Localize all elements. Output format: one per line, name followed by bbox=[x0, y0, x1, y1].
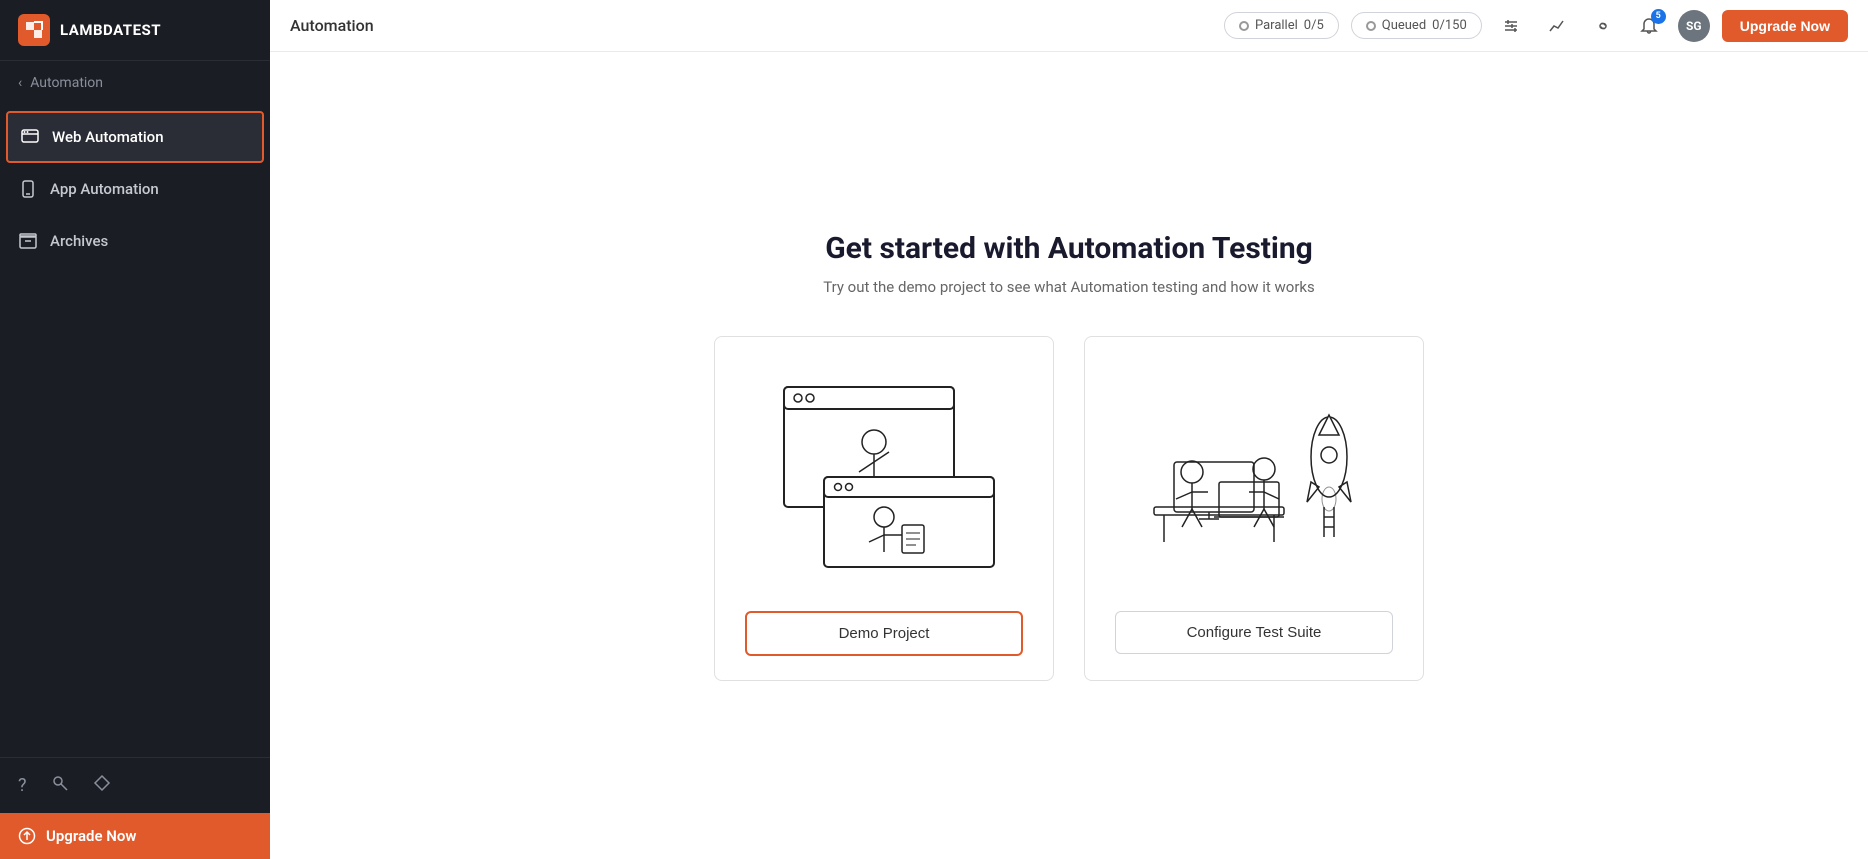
back-arrow-icon: ‹ bbox=[18, 75, 22, 91]
center-panel: Get started with Automation Testing Try … bbox=[469, 191, 1669, 721]
demo-illustration bbox=[754, 367, 1014, 587]
demo-project-card: Demo Project bbox=[714, 336, 1054, 681]
app-automation-icon bbox=[18, 179, 38, 199]
main-subheading: Try out the demo project to see what Aut… bbox=[529, 278, 1609, 296]
concurrency-icon bbox=[1502, 17, 1520, 35]
sidebar-bottom-icons: ? bbox=[0, 757, 270, 813]
sidebar-item-archives-label: Archives bbox=[50, 232, 108, 250]
link-icon bbox=[1594, 17, 1612, 35]
sidebar-item-app-automation[interactable]: App Automation bbox=[0, 163, 270, 215]
sidebar-item-app-automation-label: App Automation bbox=[50, 180, 159, 198]
parallel-dot bbox=[1239, 21, 1249, 31]
parallel-label: Parallel bbox=[1255, 18, 1298, 33]
main-panel: Automation Parallel 0/5 Queued 0/150 bbox=[270, 0, 1868, 859]
demo-project-button[interactable]: Demo Project bbox=[745, 611, 1023, 656]
analytics-icon-btn[interactable] bbox=[1540, 9, 1574, 43]
help-icon[interactable]: ? bbox=[18, 775, 27, 796]
cards-row: Demo Project bbox=[529, 336, 1609, 681]
parallel-value: 0/5 bbox=[1304, 18, 1324, 33]
link-icon-btn[interactable] bbox=[1586, 9, 1620, 43]
configure-test-suite-button[interactable]: Configure Test Suite bbox=[1115, 611, 1393, 654]
main-heading: Get started with Automation Testing bbox=[529, 231, 1609, 266]
lambdatest-logo-icon bbox=[18, 14, 50, 46]
topbar-controls: Parallel 0/5 Queued 0/150 bbox=[1224, 9, 1848, 43]
logo-text: LAMBDATEST bbox=[60, 21, 161, 39]
notification-icon-btn[interactable]: 5 bbox=[1632, 9, 1666, 43]
topbar-title: Automation bbox=[290, 16, 1208, 35]
queued-status: Queued 0/150 bbox=[1351, 12, 1482, 39]
web-automation-icon bbox=[20, 127, 40, 147]
sidebar-logo: LAMBDATEST bbox=[0, 0, 270, 61]
key-icon[interactable] bbox=[51, 774, 69, 797]
configure-test-suite-card: Configure Test Suite bbox=[1084, 336, 1424, 681]
archives-icon bbox=[18, 231, 38, 251]
user-avatar[interactable]: SG bbox=[1678, 10, 1710, 42]
queued-value: 0/150 bbox=[1432, 18, 1467, 33]
parallel-status: Parallel 0/5 bbox=[1224, 12, 1339, 39]
sidebar-nav: Web Automation App Automation Archives bbox=[0, 105, 270, 757]
upgrade-circle-icon bbox=[18, 827, 36, 845]
diamond-icon[interactable] bbox=[93, 774, 111, 797]
sidebar-upgrade-bar[interactable]: Upgrade Now bbox=[0, 813, 270, 859]
topbar: Automation Parallel 0/5 Queued 0/150 bbox=[270, 0, 1868, 52]
sidebar-item-web-automation[interactable]: Web Automation bbox=[6, 111, 264, 163]
sidebar-back-label: Automation bbox=[30, 75, 103, 91]
sidebar-back-button[interactable]: ‹ Automation bbox=[0, 61, 270, 105]
configure-illustration bbox=[1124, 367, 1384, 587]
sidebar-upgrade-label: Upgrade Now bbox=[46, 827, 136, 845]
queued-label: Queued bbox=[1382, 18, 1426, 33]
main-content: Get started with Automation Testing Try … bbox=[270, 52, 1868, 859]
sidebar-item-web-automation-label: Web Automation bbox=[52, 128, 164, 146]
sidebar-item-archives[interactable]: Archives bbox=[0, 215, 270, 267]
sidebar: LAMBDATEST ‹ Automation Web Automation bbox=[0, 0, 270, 859]
concurrency-icon-btn[interactable] bbox=[1494, 9, 1528, 43]
notification-badge: 5 bbox=[1651, 9, 1666, 24]
analytics-icon bbox=[1548, 17, 1566, 35]
topbar-upgrade-button[interactable]: Upgrade Now bbox=[1722, 10, 1848, 42]
queued-dot bbox=[1366, 21, 1376, 31]
avatar-initials: SG bbox=[1686, 19, 1702, 33]
